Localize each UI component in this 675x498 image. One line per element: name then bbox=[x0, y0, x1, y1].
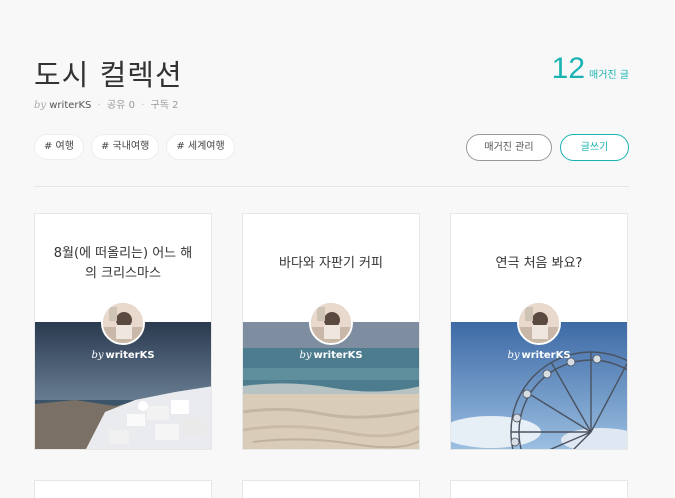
tag-domestic-travel[interactable]: # 국내여행 bbox=[90, 134, 160, 160]
tag-list: # 여행 # 국내여행 # 세계여행 bbox=[34, 134, 235, 160]
by-label: by bbox=[507, 350, 520, 361]
tag-travel[interactable]: # 여행 bbox=[34, 134, 84, 160]
subscribe-count[interactable]: 구독 2 bbox=[151, 100, 179, 111]
separator-dot: · bbox=[141, 100, 145, 111]
article-author: writerKS bbox=[313, 350, 363, 361]
avatar bbox=[309, 301, 353, 345]
magazine-meta: by writerKS · 공유 0 · 구독 2 bbox=[34, 96, 178, 111]
share-count[interactable]: 공유 0 bbox=[107, 100, 135, 111]
magazine-title: 도시 컬렉션 bbox=[34, 58, 183, 92]
separator-dot: · bbox=[97, 100, 101, 111]
author-link[interactable]: writerKS bbox=[49, 100, 91, 111]
article-byline: by writerKS bbox=[451, 350, 627, 361]
article-title: 바다와 자판기 커피 bbox=[279, 256, 383, 271]
article-card[interactable] bbox=[34, 480, 212, 498]
article-title: 연극 처음 봐요? bbox=[495, 256, 583, 271]
article-author: writerKS bbox=[521, 350, 571, 361]
divider bbox=[34, 186, 629, 187]
manage-magazine-button[interactable]: 매거진 관리 bbox=[466, 134, 552, 161]
tag-world-travel[interactable]: # 세계여행 bbox=[166, 134, 235, 160]
by-label: by bbox=[299, 350, 312, 361]
by-label: by bbox=[91, 350, 104, 361]
avatar bbox=[517, 301, 561, 345]
article-card[interactable]: 바다와 자판기 커피 by writerKS bbox=[242, 213, 420, 450]
article-card[interactable] bbox=[450, 480, 628, 498]
post-count-number: 12 bbox=[551, 52, 586, 85]
article-byline: by writerKS bbox=[35, 350, 211, 361]
article-byline: by writerKS bbox=[243, 350, 419, 361]
avatar bbox=[101, 301, 145, 345]
article-author: writerKS bbox=[105, 350, 155, 361]
post-count-label: 매거진 글 bbox=[589, 70, 629, 81]
article-card[interactable] bbox=[242, 480, 420, 498]
article-card[interactable]: 8월(에 떠올리는) 어느 해의 크리스마스 by writerKS bbox=[34, 213, 212, 450]
write-button[interactable]: 글쓰기 bbox=[560, 134, 629, 161]
article-card[interactable]: 연극 처음 봐요? by writerKS bbox=[450, 213, 628, 450]
post-count: 12 매거진 글 bbox=[552, 52, 629, 86]
article-title: 8월(에 떠올리는) 어느 해의 크리스마스 bbox=[53, 246, 193, 281]
by-label: by bbox=[34, 100, 47, 111]
